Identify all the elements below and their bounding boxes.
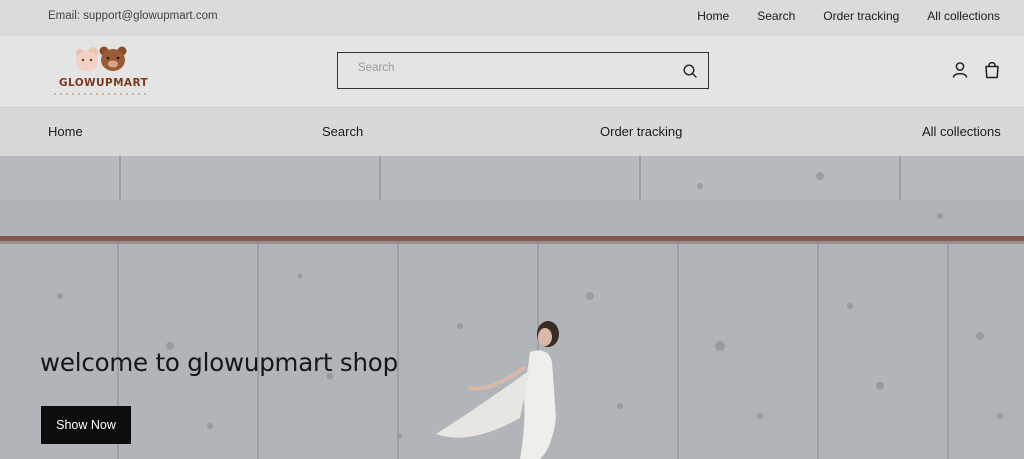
- search-icon[interactable]: [682, 63, 698, 79]
- search-input[interactable]: [358, 62, 658, 74]
- top-bar: Email: support@glowupmart.com Home Searc…: [0, 0, 1024, 36]
- glowupmart-logo[interactable]: [52, 44, 152, 100]
- nav-item-home[interactable]: Home: [48, 124, 83, 139]
- hero-background-image: [0, 156, 1024, 459]
- hero-banner: welcome to glowupmart shop Show Now: [0, 156, 1024, 459]
- account-icon[interactable]: [951, 60, 969, 80]
- cart-bag-icon[interactable]: [983, 60, 1001, 80]
- top-link-home[interactable]: Home: [697, 9, 729, 23]
- top-link-search[interactable]: Search: [757, 9, 795, 23]
- nav-item-search[interactable]: Search: [322, 124, 363, 139]
- top-links: Home Search Order tracking All collectio…: [697, 9, 1000, 23]
- nav-item-order-tracking[interactable]: Order tracking: [600, 124, 682, 139]
- bear-logo-icon: [54, 46, 146, 95]
- site-header: GLOWUPMART: [0, 36, 1024, 108]
- top-link-all-collections[interactable]: All collections: [927, 9, 1000, 23]
- support-email: Email: support@glowupmart.com: [48, 10, 218, 22]
- search-box[interactable]: [337, 52, 709, 89]
- top-link-order-tracking[interactable]: Order tracking: [823, 9, 899, 23]
- hero-heading: welcome to glowupmart shop: [40, 348, 398, 377]
- logo-wordmark: GLOWUPMART: [59, 77, 149, 89]
- show-now-button[interactable]: Show Now: [41, 406, 131, 444]
- nav-item-all-collections[interactable]: All collections: [922, 124, 1001, 139]
- main-nav: Home Search Order tracking All collectio…: [0, 108, 1024, 156]
